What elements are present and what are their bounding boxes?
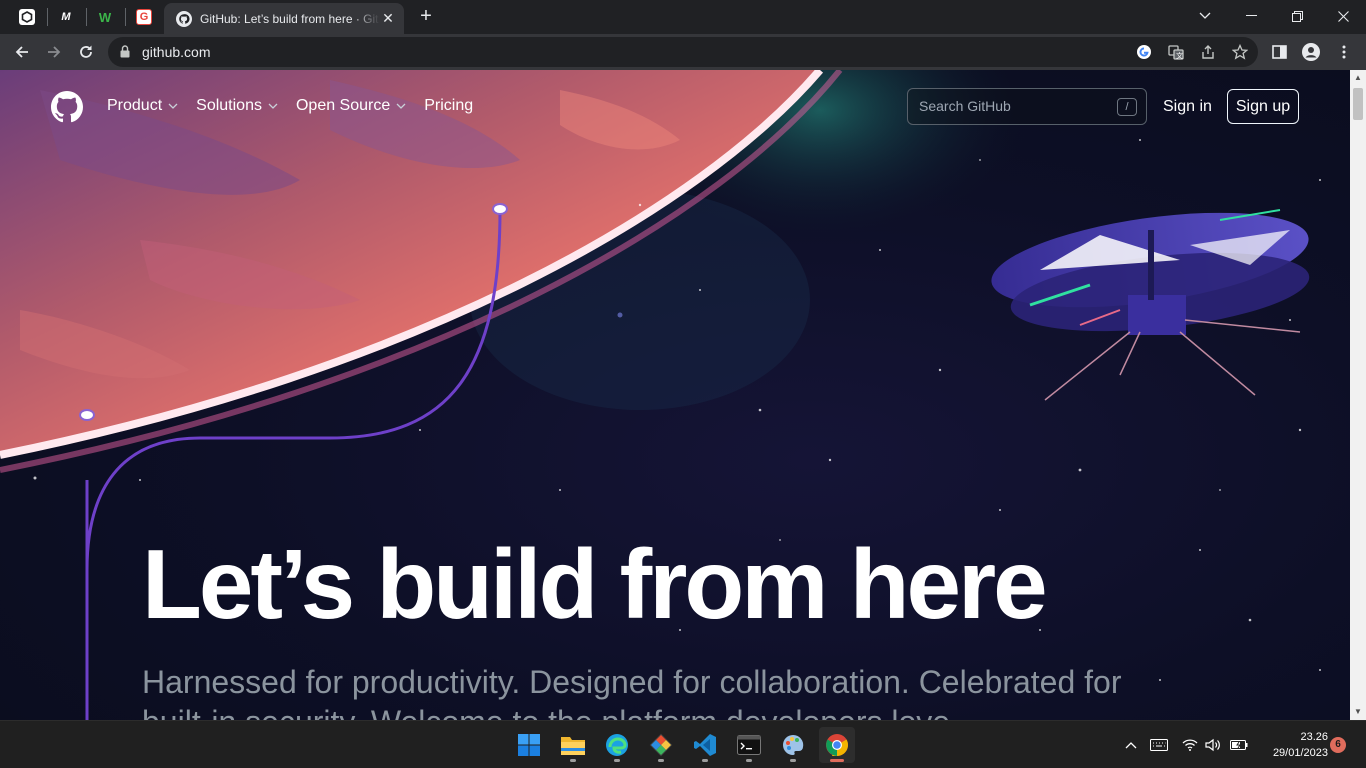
chevron-down-icon xyxy=(396,103,406,109)
pinned-tab-4[interactable]: G xyxy=(125,3,163,31)
url-text[interactable]: github.com xyxy=(142,44,210,60)
edge-icon[interactable] xyxy=(599,727,635,763)
forward-button[interactable] xyxy=(40,38,68,66)
bookmark-star-icon[interactable] xyxy=(1230,42,1250,62)
windows-start-icon[interactable] xyxy=(511,727,547,763)
scroll-up-icon[interactable]: ▲ xyxy=(1350,70,1366,86)
nav-solutions[interactable]: Solutions xyxy=(196,97,278,115)
app-hex-icon xyxy=(19,9,35,25)
webtoon-icon: W xyxy=(98,9,112,25)
profile-avatar-icon[interactable] xyxy=(1300,41,1322,63)
nav-open-source[interactable]: Open Source xyxy=(296,97,406,115)
chrome-icon[interactable] xyxy=(819,727,855,763)
running-indicator xyxy=(614,759,620,762)
lock-icon[interactable] xyxy=(120,45,130,58)
tab-search-chevron-icon[interactable] xyxy=(1182,0,1228,32)
browser-tab-strip: M W G GitHub: Let’s build from here · Gi… xyxy=(0,0,1366,34)
translate-icon[interactable]: 文 xyxy=(1166,42,1186,62)
terminal-icon[interactable] xyxy=(731,727,767,763)
clock-date: 29/01/2023 xyxy=(1272,747,1328,759)
scroll-down-icon[interactable]: ▼ xyxy=(1350,704,1366,720)
new-tab-button[interactable]: + xyxy=(414,5,438,29)
nav-solutions-label: Solutions xyxy=(196,97,262,114)
tab-title: GitHub: Let’s build from here · GitHub xyxy=(200,11,380,26)
github-logo-icon[interactable] xyxy=(51,91,83,123)
running-indicator xyxy=(702,759,708,762)
file-explorer-icon[interactable] xyxy=(555,727,591,763)
pinned-tab-2[interactable]: M xyxy=(47,3,85,31)
pinned-tab-1[interactable] xyxy=(8,3,46,31)
browser-toolbar: github.com 文 xyxy=(0,34,1366,70)
svg-text:文: 文 xyxy=(1176,51,1183,60)
running-indicator xyxy=(790,759,796,762)
paint-icon[interactable] xyxy=(775,727,811,763)
search-github-box[interactable]: / xyxy=(907,88,1147,125)
nav-product[interactable]: Product xyxy=(107,97,178,115)
running-indicator xyxy=(658,759,664,762)
chevron-down-icon xyxy=(268,103,278,109)
windows-taskbar: 23.26 29/01/2023 6 xyxy=(0,720,1366,768)
share-icon[interactable] xyxy=(1198,42,1218,62)
nav-open-source-label: Open Source xyxy=(295,97,391,114)
clock-time: 23.26 xyxy=(1300,731,1328,743)
github-header: Product Solutions Open Source Pricing / … xyxy=(0,70,1350,144)
running-indicator xyxy=(830,759,844,762)
running-indicator xyxy=(570,759,576,762)
side-panel-icon[interactable] xyxy=(1268,41,1290,63)
chevron-down-icon xyxy=(168,103,178,109)
back-button[interactable] xyxy=(8,38,36,66)
hero-subtitle: Harnessed for productivity. Designed for… xyxy=(142,664,1122,720)
main-nav: Product Solutions Open Source Pricing xyxy=(107,97,491,115)
google-lens-icon[interactable] xyxy=(1134,42,1154,62)
maximize-button[interactable] xyxy=(1274,0,1320,32)
notification-badge[interactable]: 6 xyxy=(1330,737,1346,753)
running-indicator xyxy=(746,759,752,762)
system-clock[interactable]: 23.26 29/01/2023 xyxy=(1256,729,1328,761)
github-favicon-icon xyxy=(176,10,192,27)
google-docs-icon: G xyxy=(136,9,152,25)
hero-title: Let’s build from here xyxy=(142,529,1048,639)
address-bar[interactable]: github.com 文 xyxy=(108,37,1258,67)
medium-icon: M xyxy=(61,11,71,23)
volume-icon[interactable] xyxy=(1204,736,1222,754)
scrollbar-thumb[interactable] xyxy=(1353,88,1363,120)
search-shortcut-key: / xyxy=(1117,98,1137,116)
nav-pricing[interactable]: Pricing xyxy=(424,97,473,115)
page-viewport: Product Solutions Open Source Pricing / … xyxy=(0,70,1350,720)
search-input[interactable] xyxy=(919,98,1099,114)
tab-github[interactable]: GitHub: Let’s build from here · GitHub ✕ xyxy=(164,3,404,34)
vscode-icon[interactable] xyxy=(687,727,723,763)
pinned-tab-3[interactable]: W xyxy=(86,3,124,31)
keyboard-icon[interactable] xyxy=(1150,736,1168,754)
page-scrollbar[interactable]: ▲ ▼ xyxy=(1350,70,1366,720)
wifi-icon[interactable] xyxy=(1181,736,1199,754)
close-window-button[interactable] xyxy=(1320,0,1366,32)
helicopter-illustration xyxy=(991,209,1310,401)
menu-kebab-icon[interactable] xyxy=(1333,41,1355,63)
show-hidden-icons-chevron-icon[interactable] xyxy=(1122,736,1140,754)
sign-up-button[interactable]: Sign up xyxy=(1227,89,1299,124)
reload-button[interactable] xyxy=(72,38,100,66)
git-icon[interactable] xyxy=(643,727,679,763)
close-tab-icon[interactable]: ✕ xyxy=(380,10,396,27)
nav-product-label: Product xyxy=(107,97,163,114)
battery-charging-icon[interactable] xyxy=(1230,736,1248,754)
minimize-button[interactable] xyxy=(1228,0,1274,32)
nav-pricing-label: Pricing xyxy=(424,97,474,114)
sign-in-link[interactable]: Sign in xyxy=(1163,98,1212,116)
